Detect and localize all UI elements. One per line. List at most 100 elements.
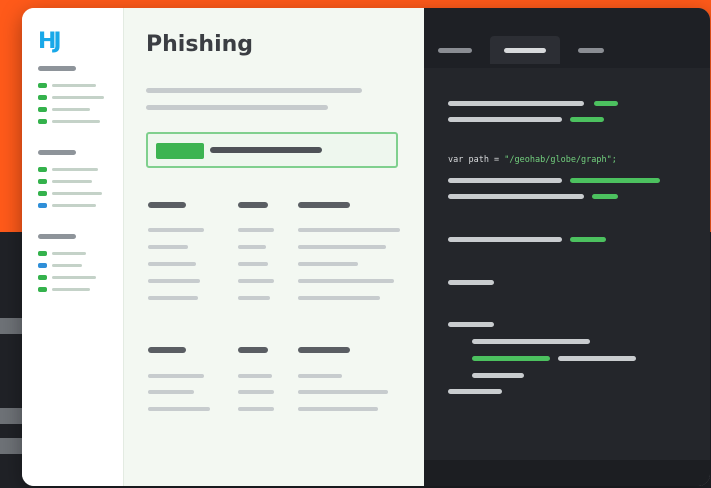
code-line-highlight bbox=[570, 178, 660, 183]
code-line bbox=[472, 339, 590, 344]
tab-label bbox=[438, 48, 472, 53]
table-cell bbox=[238, 262, 268, 266]
code-snippet: var path = "/geohab/globe/graph"; bbox=[448, 155, 706, 165]
table-cell bbox=[148, 390, 194, 394]
sidebar-item-label bbox=[52, 119, 100, 123]
code-line bbox=[472, 373, 524, 378]
table-cell bbox=[148, 296, 198, 300]
sidebar-item[interactable] bbox=[38, 103, 118, 115]
code-line bbox=[558, 356, 636, 361]
table-column-header bbox=[238, 347, 268, 353]
sidebar-item-label bbox=[52, 83, 96, 87]
sidebar-item[interactable] bbox=[38, 199, 118, 211]
table-cell bbox=[298, 279, 394, 283]
table-cell bbox=[238, 374, 272, 378]
nav-bullet-icon bbox=[38, 166, 47, 172]
sidebar-item[interactable] bbox=[38, 79, 118, 91]
table-cell bbox=[238, 296, 270, 300]
background-strip bbox=[0, 408, 24, 424]
code-pane: var path = "/geohab/globe/graph"; bbox=[424, 8, 710, 486]
table-cell bbox=[238, 390, 274, 394]
sidebar-item[interactable] bbox=[38, 283, 118, 295]
sidebar-item-label bbox=[52, 275, 96, 279]
table-cell bbox=[148, 245, 188, 249]
intro-text-line bbox=[146, 105, 328, 110]
sidebar-item[interactable] bbox=[38, 91, 118, 103]
sidebar: HJ bbox=[22, 8, 124, 486]
nav-bullet-icon bbox=[38, 94, 47, 100]
sidebar-item[interactable] bbox=[38, 175, 118, 187]
sidebar-item-label bbox=[52, 167, 98, 171]
logo[interactable]: HJ bbox=[38, 30, 68, 54]
code-line-highlight bbox=[594, 101, 618, 106]
nav-bullet-icon bbox=[38, 118, 47, 124]
code-line bbox=[448, 237, 562, 242]
nav-group bbox=[38, 150, 118, 211]
nav-group-heading bbox=[38, 66, 76, 71]
nav-group-heading bbox=[38, 150, 76, 155]
nav-bullet-icon bbox=[38, 178, 47, 184]
table-cell bbox=[298, 228, 400, 232]
nav-bullet-icon bbox=[38, 82, 47, 88]
sidebar-item[interactable] bbox=[38, 259, 118, 271]
code-string: "/geohab/globe/graph"; bbox=[504, 155, 617, 165]
nav-group-heading bbox=[38, 234, 76, 239]
code-keyword: var path = bbox=[448, 155, 505, 165]
code-line bbox=[448, 194, 584, 199]
code-line bbox=[448, 322, 494, 327]
table-column-header bbox=[148, 347, 186, 353]
table-cell bbox=[148, 279, 200, 283]
code-line bbox=[448, 280, 494, 285]
sidebar-item[interactable] bbox=[38, 247, 118, 259]
table-column-header bbox=[148, 202, 186, 208]
main-content: Phishing bbox=[124, 8, 424, 486]
code-line bbox=[448, 101, 584, 106]
table-cell bbox=[238, 279, 274, 283]
code-tab-active[interactable] bbox=[490, 36, 560, 64]
sidebar-item[interactable] bbox=[38, 115, 118, 127]
code-line-highlight bbox=[570, 237, 606, 242]
table-cell bbox=[298, 407, 378, 411]
background-strip bbox=[0, 438, 24, 454]
intro-text-line bbox=[146, 88, 362, 93]
sidebar-item-label bbox=[52, 287, 90, 291]
code-line bbox=[448, 117, 562, 122]
highlight-callout bbox=[146, 132, 398, 168]
table-cell bbox=[298, 296, 380, 300]
nav-bullet-icon bbox=[38, 274, 47, 280]
background-strip bbox=[0, 318, 24, 334]
table-column-header bbox=[298, 202, 350, 208]
table-column-header bbox=[298, 347, 350, 353]
code-tabbar bbox=[424, 8, 710, 68]
sidebar-item[interactable] bbox=[38, 187, 118, 199]
page-title: Phishing bbox=[146, 32, 254, 57]
table-cell bbox=[238, 407, 274, 411]
sidebar-item-label bbox=[52, 107, 90, 111]
table-cell bbox=[148, 262, 196, 266]
table-cell bbox=[148, 228, 204, 232]
sidebar-item-label bbox=[52, 191, 102, 195]
callout-text bbox=[210, 147, 322, 153]
table-cell bbox=[148, 407, 210, 411]
callout-tag[interactable] bbox=[156, 143, 204, 159]
table-cell bbox=[298, 245, 386, 249]
code-tab[interactable] bbox=[428, 36, 484, 64]
sidebar-item[interactable] bbox=[38, 163, 118, 175]
table-cell bbox=[298, 262, 358, 266]
code-line-highlight bbox=[570, 117, 604, 122]
sidebar-item[interactable] bbox=[38, 271, 118, 283]
nav-group bbox=[38, 234, 118, 295]
nav-group bbox=[38, 66, 118, 127]
nav-bullet-icon bbox=[38, 190, 47, 196]
sidebar-item-label bbox=[52, 251, 86, 255]
table-cell bbox=[238, 245, 266, 249]
nav-bullet-icon bbox=[38, 202, 47, 208]
tab-label bbox=[504, 48, 546, 53]
sidebar-item-label bbox=[52, 179, 92, 183]
nav-bullet-icon bbox=[38, 286, 47, 292]
code-tab[interactable] bbox=[566, 36, 616, 64]
sidebar-item-label bbox=[52, 263, 82, 267]
code-footer bbox=[424, 460, 710, 486]
code-line bbox=[448, 389, 502, 394]
sidebar-item-label bbox=[52, 203, 96, 207]
